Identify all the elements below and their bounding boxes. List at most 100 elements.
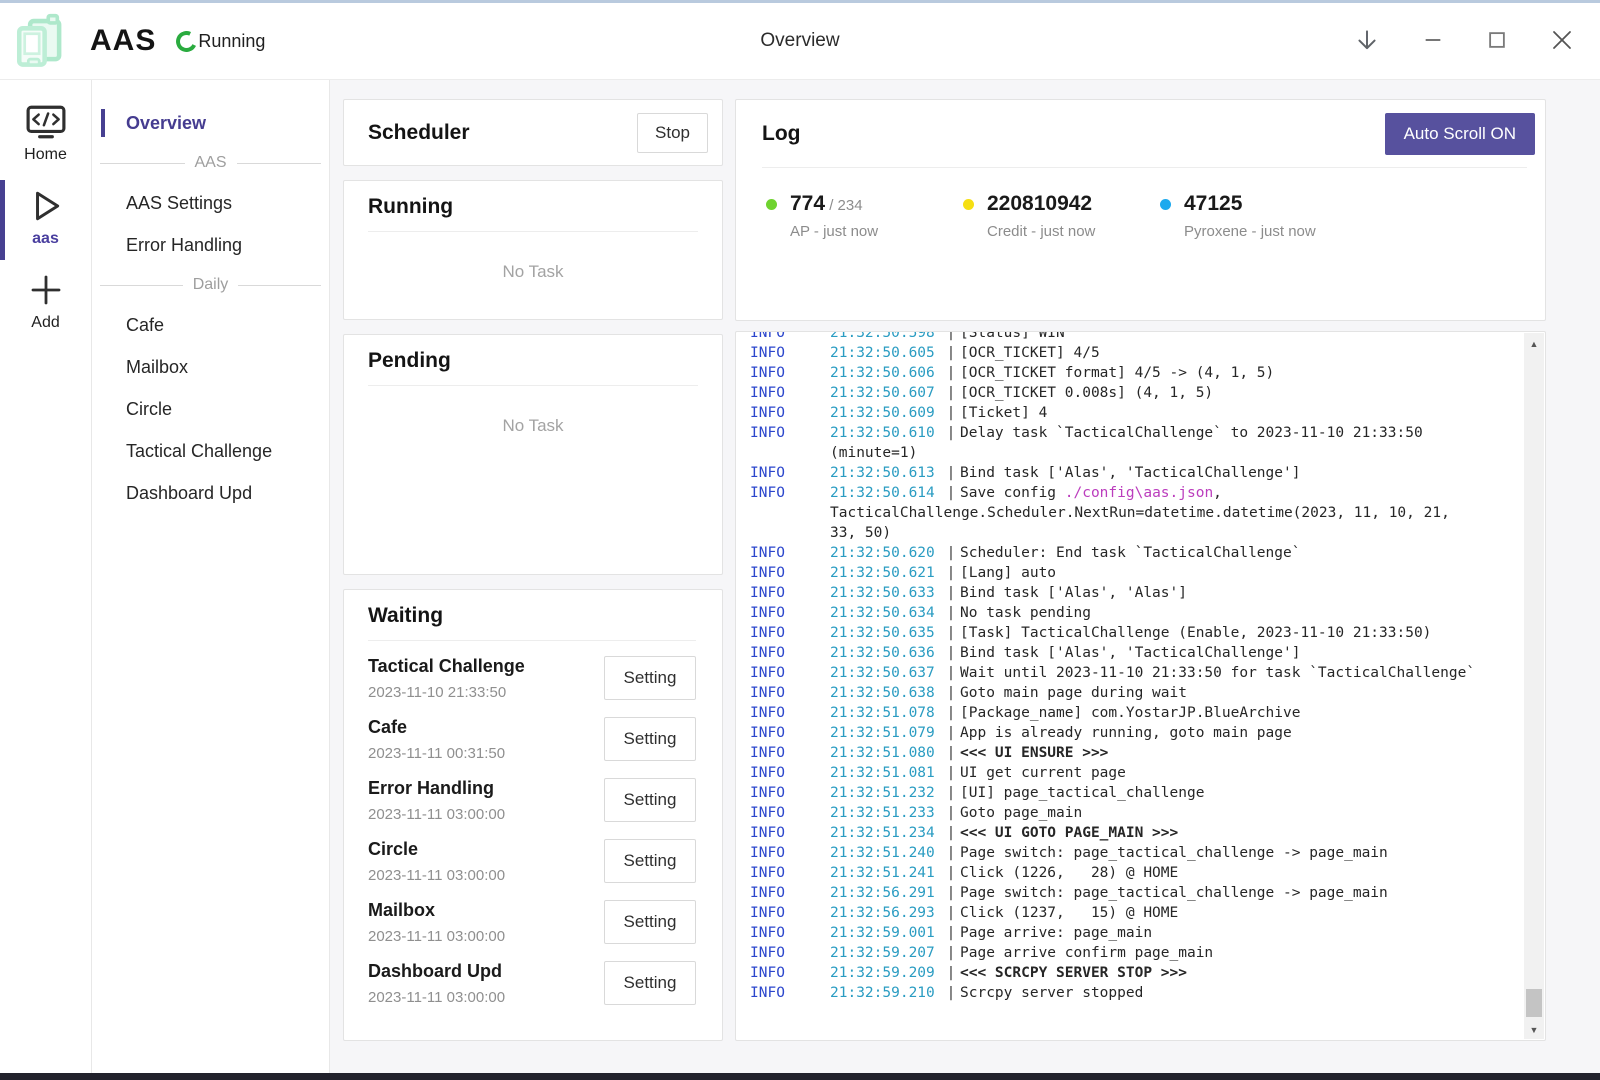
scrollbar-thumb[interactable] xyxy=(1526,989,1542,1017)
waiting-task-name: Circle xyxy=(368,839,505,860)
sidebar-item-circle[interactable]: Circle xyxy=(92,388,329,430)
waiting-task-time: 2023-11-10 21:33:50 xyxy=(368,684,525,701)
log-line: INFO21:32:50.638|Goto main page during w… xyxy=(750,683,1515,703)
waiting-task-time: 2023-11-11 03:00:00 xyxy=(368,989,505,1006)
sidebar-group-divider-aas: AAS xyxy=(92,144,329,182)
log-line: INFO21:32:51.234|<<< UI GOTO PAGE_MAIN >… xyxy=(750,823,1515,843)
log-console-content: INFO21:32:50.598|[Status] WININFO21:32:5… xyxy=(750,331,1515,1003)
stat-total: / 234 xyxy=(825,197,863,214)
maximize-icon xyxy=(1486,29,1508,54)
sidebar-item-error-handling[interactable]: Error Handling xyxy=(92,224,329,266)
setting-button-dashboard-upd[interactable]: Setting xyxy=(604,961,696,1005)
sidebar-item-aas[interactable]: aas xyxy=(0,182,91,258)
setting-button-tactical-challenge[interactable]: Setting xyxy=(604,656,696,700)
icon-sidebar: Home aas Add xyxy=(0,80,92,1073)
sidebar-item-dashboard-upd[interactable]: Dashboard Upd xyxy=(92,472,329,514)
sidebar-item-mailbox[interactable]: Mailbox xyxy=(92,346,329,388)
window-title: Overview xyxy=(760,30,839,52)
titlebar: AAS Running Overview xyxy=(0,3,1600,80)
sidebar-item-add[interactable]: Add xyxy=(0,266,91,342)
waiting-task-name: Cafe xyxy=(368,717,505,738)
sidebar-item-label: AAS Settings xyxy=(126,193,232,214)
sidebar-item-tactical-challenge[interactable]: Tactical Challenge xyxy=(92,430,329,472)
setting-button-mailbox[interactable]: Setting xyxy=(604,900,696,944)
log-line: INFO21:32:59.210|Scrcpy server stopped xyxy=(750,983,1515,1003)
sidebar-item-label: Overview xyxy=(126,113,206,134)
log-console[interactable]: INFO21:32:50.598|[Status] WININFO21:32:5… xyxy=(735,331,1546,1041)
waiting-list: Tactical Challenge 2023-11-10 21:33:50 Set… xyxy=(368,654,696,1007)
scheduler-status-label: Running xyxy=(198,31,265,52)
minimize-button[interactable] xyxy=(1418,25,1448,58)
auto-scroll-toggle[interactable]: Auto Scroll ON xyxy=(1385,113,1535,155)
play-icon xyxy=(28,188,64,224)
waiting-task-info: Mailbox 2023-11-11 03:00:00 xyxy=(368,900,505,945)
waiting-task-info: Circle2023-11-11 03:00:00 xyxy=(368,839,505,884)
left-column: Scheduler Stop Running No Task Pending N… xyxy=(343,99,723,1041)
divider xyxy=(368,640,696,641)
stat-value: 220810942 xyxy=(987,192,1095,216)
waiting-task-mailbox: Mailbox 2023-11-11 03:00:00 Setting xyxy=(368,898,696,946)
waiting-task-dashboard-upd: Dashboard Upd 2023-11-11 03:00:00 Setting xyxy=(368,959,696,1007)
pending-title: Pending xyxy=(368,349,698,373)
dashboard-stats: 774 / 234 AP - just now 220810942 Credit - … xyxy=(762,192,1535,240)
main-area: Home aas Add Overview AAS AAS Settings Erro… xyxy=(0,80,1600,1073)
sidebar-item-home[interactable]: Home xyxy=(0,98,91,174)
setting-button-circle[interactable]: Setting xyxy=(604,839,696,883)
log-line: INFO21:32:56.293|Click (1237, 15) @ HOME xyxy=(750,903,1515,923)
scroll-up-icon[interactable]: ▲ xyxy=(1524,335,1544,353)
setting-button-cafe[interactable]: Setting xyxy=(604,717,696,761)
sidebar-item-overview[interactable]: Overview xyxy=(92,102,329,144)
waiting-task-info: Tactical Challenge 2023-11-10 21:33:50 xyxy=(368,656,525,701)
sidebar-item-cafe[interactable]: Cafe xyxy=(92,304,329,346)
waiting-task-time: 2023-11-11 00:31:50 xyxy=(368,745,505,762)
download-icon xyxy=(1354,27,1380,56)
waiting-task-name: Tactical Challenge xyxy=(368,656,525,677)
stop-button[interactable]: Stop xyxy=(637,113,708,153)
app-name: AAS xyxy=(90,24,156,58)
stat-label: Credit - just now xyxy=(987,223,1095,240)
waiting-task-name: Dashboard Upd xyxy=(368,961,505,982)
divider xyxy=(368,231,698,232)
log-line: INFO21:32:50.621|[Lang] auto xyxy=(750,563,1515,583)
close-button[interactable] xyxy=(1546,24,1578,59)
window-bottom-edge xyxy=(0,1073,1600,1080)
stat-dot-icon xyxy=(963,199,974,210)
sidebar-item-aas-settings[interactable]: AAS Settings xyxy=(92,182,329,224)
maximize-button[interactable] xyxy=(1482,25,1512,58)
sidebar-item-label: Cafe xyxy=(126,315,164,336)
log-line: INFO21:32:59.001|Page arrive: page_main xyxy=(750,923,1515,943)
log-title: Log xyxy=(762,122,800,146)
log-scrollbar[interactable]: ▲ ▼ xyxy=(1524,333,1544,1039)
stat-dot-icon xyxy=(766,199,777,210)
waiting-task-time: 2023-11-11 03:00:00 xyxy=(368,928,505,945)
sidebar-group-divider-daily: Daily xyxy=(92,266,329,304)
stat-value: 47125 xyxy=(1184,192,1316,216)
log-line: INFO21:32:51.240|Page switch: page_tacti… xyxy=(750,843,1515,863)
scroll-down-icon[interactable]: ▼ xyxy=(1524,1021,1544,1039)
log-line: INFO21:32:50.606|[OCR_TICKET format] 4/5… xyxy=(750,363,1515,383)
sidebar-menu: Overview AAS AAS Settings Error HandlingDai… xyxy=(92,80,330,1073)
log-line: INFO21:32:56.291|Page switch: page_tacti… xyxy=(750,883,1515,903)
content-area: Scheduler Stop Running No Task Pending N… xyxy=(330,80,1600,1073)
setting-button-error-handling[interactable]: Setting xyxy=(604,778,696,822)
close-icon xyxy=(1550,28,1574,55)
scheduler-card: Scheduler Stop xyxy=(343,99,723,166)
running-spinner-icon xyxy=(173,28,200,55)
log-line: INFO21:32:59.209|<<< SCRCPY SERVER STOP … xyxy=(750,963,1515,983)
log-line: INFO21:32:50.605|[OCR_TICKET] 4/5 xyxy=(750,343,1515,363)
right-column: Log Auto Scroll ON 774 / 234 AP - just no… xyxy=(735,99,1546,1041)
stat-dot-icon xyxy=(1160,199,1171,210)
download-button[interactable] xyxy=(1350,23,1384,60)
waiting-task-name: Mailbox xyxy=(368,900,505,921)
stat-credit: 220810942 Credit - just now xyxy=(963,192,1160,240)
divider xyxy=(368,385,698,386)
running-title: Running xyxy=(368,195,698,219)
stat-value: 774 / 234 xyxy=(790,192,878,216)
log-line-continuation: (minute=1) xyxy=(750,443,1515,463)
waiting-task-error-handling: Error Handling2023-11-11 03:00:00 Setting xyxy=(368,776,696,824)
sidebar-item-label: Add xyxy=(31,314,59,332)
waiting-task-info: Error Handling2023-11-11 03:00:00 xyxy=(368,778,505,823)
waiting-task-tactical-challenge: Tactical Challenge 2023-11-10 21:33:50 Set… xyxy=(368,654,696,702)
stat-label: AP - just now xyxy=(790,223,878,240)
code-monitor-icon xyxy=(26,104,66,140)
